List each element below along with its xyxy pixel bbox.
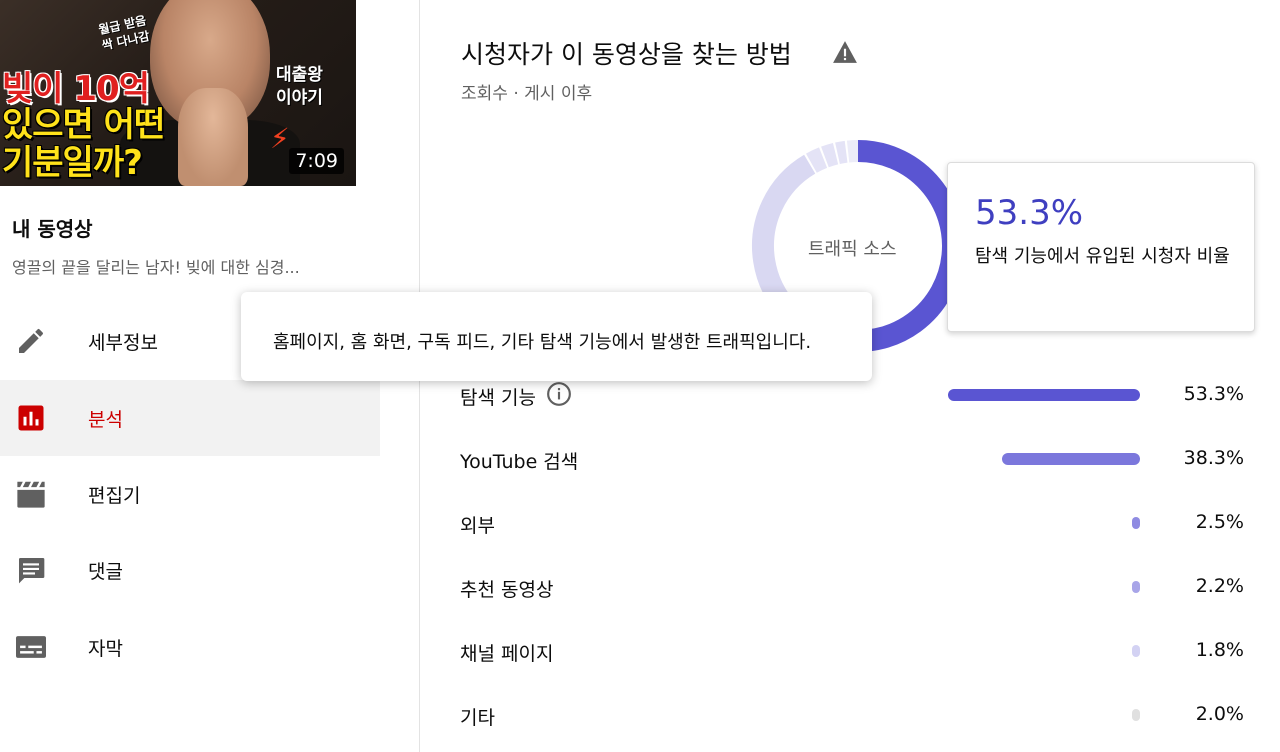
- nav-label-comments: 댓글: [88, 560, 123, 583]
- donut-slice[interactable]: [846, 140, 859, 163]
- tooltip-text: 홈페이지, 홈 화면, 구독 피드, 기타 탐색 기능에서 발생한 트래픽입니다…: [273, 332, 812, 353]
- traffic-row-bar: [1132, 645, 1140, 657]
- thumbnail-yellow-text-2: 기분일까?: [2, 143, 143, 183]
- traffic-row-value: 38.3%: [1183, 447, 1244, 469]
- thumbnail-red-text: 빚이 10억: [2, 69, 150, 109]
- nav-label-details: 세부정보: [88, 331, 158, 354]
- comment-icon: [14, 553, 48, 587]
- donut-slice[interactable]: [821, 143, 839, 168]
- traffic-row-label: 기타: [460, 707, 495, 729]
- info-icon[interactable]: [546, 381, 572, 407]
- traffic-row-label: 탐색 기능: [460, 387, 536, 409]
- traffic-row[interactable]: 추천 동영상 2.2%: [460, 569, 1250, 609]
- traffic-row-bar: [948, 389, 1140, 401]
- warning-icon[interactable]: [832, 40, 858, 64]
- page-title: 시청자가 이 동영상을 찾는 방법: [461, 40, 792, 69]
- donut-hover-card: 53.3% 탐색 기능에서 유입된 시청자 비율: [947, 162, 1255, 332]
- traffic-row-label: 외부: [460, 515, 495, 537]
- nav-item-subtitles[interactable]: 자막: [0, 609, 380, 685]
- traffic-row[interactable]: 기타 2.0%: [460, 697, 1250, 737]
- video-title: 내 동영상: [12, 217, 93, 241]
- traffic-row[interactable]: YouTube 검색 38.3%: [460, 441, 1250, 481]
- analytics-icon: [14, 401, 48, 435]
- nav-item-analytics[interactable]: 분석: [0, 380, 380, 456]
- page-subtitle: 조회수 · 게시 이후: [461, 84, 593, 104]
- info-tooltip: 홈페이지, 홈 화면, 구독 피드, 기타 탐색 기능에서 발생한 트래픽입니다…: [241, 292, 872, 381]
- traffic-row[interactable]: 외부 2.5%: [460, 505, 1250, 545]
- traffic-row-label: 추천 동영상: [460, 579, 554, 601]
- card-percentage: 53.3%: [975, 193, 1084, 233]
- traffic-row-value: 2.2%: [1195, 575, 1244, 597]
- clapperboard-icon: [14, 477, 48, 511]
- video-description: 영끌의 끝을 달리는 남자! 빚에 대한 심경...: [12, 258, 300, 277]
- video-duration: 7:09: [289, 148, 344, 174]
- nav-label-subtitles: 자막: [88, 637, 123, 660]
- video-thumbnail[interactable]: ⚡ 월급 받음 싹 다나감 빚이 10억 있으면 어떤 기분일까? 대출왕 이야…: [0, 0, 356, 186]
- traffic-row-bar: [1132, 581, 1140, 593]
- nav-label-editor: 편집기: [88, 484, 141, 507]
- donut-slice[interactable]: [806, 147, 828, 173]
- traffic-row-bar: [1002, 453, 1140, 465]
- lightning-icon: ⚡: [270, 122, 290, 155]
- donut-slice[interactable]: [835, 140, 848, 165]
- nav-item-editor[interactable]: 편집기: [0, 456, 380, 532]
- traffic-row-value: 53.3%: [1183, 383, 1244, 405]
- pencil-icon: [14, 324, 48, 358]
- traffic-row-label: 채널 페이지: [460, 643, 554, 665]
- donut-center-label: 트래픽 소스: [808, 239, 897, 260]
- nav-label-analytics: 분석: [88, 408, 123, 431]
- nav-item-comments[interactable]: 댓글: [0, 532, 380, 608]
- traffic-row-value: 1.8%: [1195, 639, 1244, 661]
- subtitles-icon: [14, 630, 48, 664]
- thumbnail-yellow-text-1: 있으면 어떤: [2, 105, 165, 145]
- traffic-row-value: 2.5%: [1195, 511, 1244, 533]
- traffic-row-label: YouTube 검색: [460, 451, 579, 473]
- traffic-row-value: 2.0%: [1195, 703, 1244, 725]
- traffic-row[interactable]: 채널 페이지 1.8%: [460, 633, 1250, 673]
- thumbnail-side-text: 대출왕 이야기: [276, 65, 323, 108]
- traffic-row-bar: [1132, 709, 1140, 721]
- traffic-row-bar: [1132, 517, 1140, 529]
- thumbnail-hands: [178, 88, 248, 186]
- card-description: 탐색 기능에서 유입된 시청자 비율: [975, 246, 1230, 267]
- traffic-row[interactable]: 탐색 기능 53.3%: [460, 377, 1250, 417]
